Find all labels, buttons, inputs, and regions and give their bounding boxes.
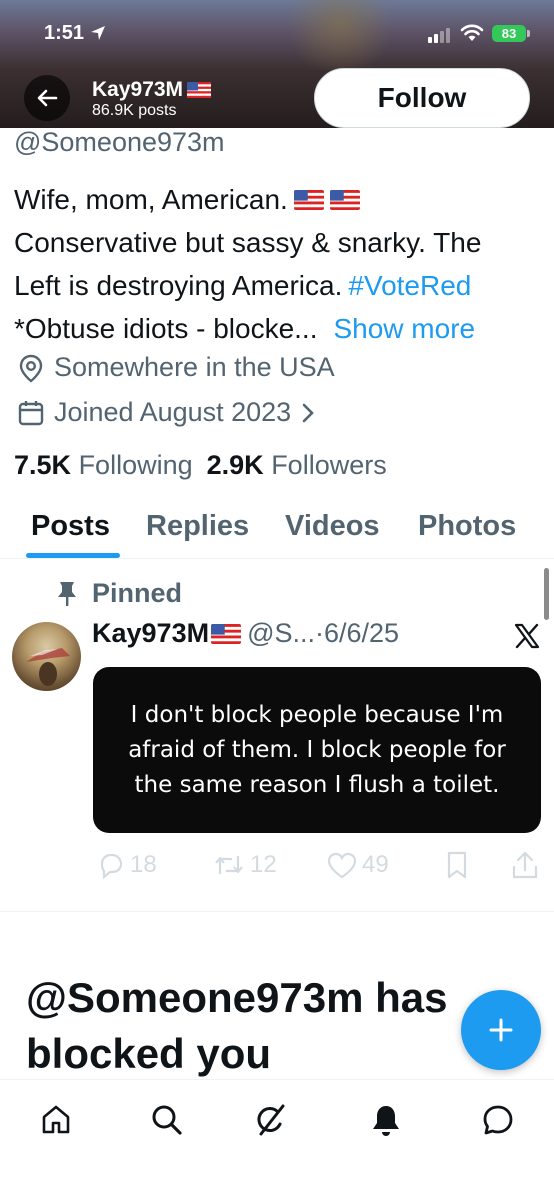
image-text-line: I don't block people because I'm xyxy=(130,701,504,728)
back-arrow-icon xyxy=(37,89,58,107)
cellular-signal-icon xyxy=(428,28,450,43)
status-time: 1:51 xyxy=(44,22,85,44)
calendar-icon xyxy=(18,400,44,425)
tab-videos[interactable]: Videos xyxy=(285,510,380,543)
x-logo-icon xyxy=(514,623,540,649)
battery-indicator: 83 xyxy=(492,25,530,42)
tab-photos[interactable]: Photos xyxy=(418,510,516,543)
battery-level: 83 xyxy=(501,26,517,41)
following-count: 7.5K xyxy=(14,450,72,480)
location-text: Somewhere in the USA xyxy=(54,352,335,382)
profile-tabs: Posts Replies Videos Photos xyxy=(0,500,554,559)
nav-home[interactable] xyxy=(36,1100,76,1140)
nav-messages[interactable] xyxy=(478,1100,518,1140)
show-more-link[interactable]: Show more xyxy=(333,307,475,350)
nav-grok[interactable] xyxy=(251,1100,291,1140)
like-button[interactable]: 49 xyxy=(326,850,389,880)
pinned-text: Pinned xyxy=(92,578,183,608)
followers-label: Followers xyxy=(271,450,387,480)
scrollbar[interactable] xyxy=(544,568,549,620)
header-display-name: Kay973M xyxy=(92,78,212,102)
us-flag-icon xyxy=(187,82,212,98)
bottom-navigation xyxy=(0,1079,554,1199)
image-text-line: the same reason I flush a toilet. xyxy=(134,771,500,798)
repost-count: 12 xyxy=(250,851,277,878)
post-author-handle[interactable]: @S... xyxy=(247,618,315,649)
share-button[interactable] xyxy=(511,850,539,880)
bookmark-button[interactable] xyxy=(444,850,470,880)
pinned-label: Pinned xyxy=(56,578,182,609)
profile-location: Somewhere in the USA xyxy=(16,352,335,383)
compose-button[interactable] xyxy=(461,990,541,1070)
post-date: ·6/6/25 xyxy=(315,618,400,648)
header-name-text: Kay973M xyxy=(92,78,184,101)
chevron-right-icon xyxy=(302,403,315,422)
plus-icon xyxy=(489,1018,513,1042)
follow-button[interactable]: Follow xyxy=(314,68,530,128)
home-icon xyxy=(42,1105,70,1134)
profile-header-banner: 1:51 83 Kay973M 86.9K posts Follow xyxy=(0,0,554,128)
location-arrow-icon xyxy=(91,26,105,40)
reply-icon xyxy=(100,853,123,880)
wifi-icon xyxy=(460,24,484,41)
active-tab-indicator xyxy=(26,553,120,558)
tab-posts[interactable]: Posts xyxy=(31,510,110,543)
messages-icon xyxy=(483,1105,513,1135)
bookmark-icon xyxy=(447,851,467,879)
post-author-name[interactable]: Kay973M xyxy=(92,618,209,649)
followers-count: 2.9K xyxy=(206,450,264,480)
search-icon xyxy=(152,1105,182,1135)
bio-text-line: Left is destroying America. xyxy=(14,270,343,301)
bio-text-line: Conservative but sassy & snarky. The xyxy=(14,227,482,258)
divider xyxy=(0,911,554,912)
nav-notifications[interactable] xyxy=(366,1100,406,1140)
avatar-image xyxy=(26,648,70,686)
us-flag-icon xyxy=(211,623,242,644)
following-label: Following xyxy=(78,450,193,480)
follow-counts: 7.5K Following 2.9K Followers xyxy=(14,450,387,481)
image-text-line: afraid of them. I block people for xyxy=(128,736,506,763)
notifications-icon xyxy=(373,1106,399,1136)
profile-joined-date[interactable]: Joined August 2023 xyxy=(16,397,317,428)
like-count: 49 xyxy=(362,851,389,878)
bio-text-line: *Obtuse idiots - blocke... xyxy=(14,313,318,344)
repost-icon xyxy=(215,856,243,874)
joined-text: Joined August 2023 xyxy=(54,397,292,427)
hashtag-link[interactable]: #VoteRed xyxy=(348,264,471,307)
post-image[interactable]: I don't block people because I'm afraid … xyxy=(93,667,541,833)
nav-search[interactable] xyxy=(147,1100,187,1140)
back-button[interactable] xyxy=(24,75,70,121)
reply-button[interactable]: 18 xyxy=(96,850,157,880)
avatar[interactable] xyxy=(12,622,81,691)
share-icon xyxy=(512,851,538,879)
profile-bio: Wife, mom, American. Conservative but sa… xyxy=(14,178,544,350)
followers-link[interactable]: 2.9K Followers xyxy=(207,450,387,481)
bio-text-line: Wife, mom, American. xyxy=(14,184,288,215)
us-flag-icon xyxy=(293,189,324,210)
following-link[interactable]: 7.5K Following xyxy=(14,450,193,481)
profile-handle: @Someone973m xyxy=(14,127,225,157)
post-actions: 18 12 49 xyxy=(96,850,541,888)
repost-button[interactable]: 12 xyxy=(212,850,277,880)
grok-icon xyxy=(257,1104,285,1136)
reply-count: 18 xyxy=(130,851,157,878)
pin-icon xyxy=(58,581,76,606)
post-header: Kay973M @S... ·6/6/25 xyxy=(92,618,399,649)
tab-replies[interactable]: Replies xyxy=(146,510,249,543)
header-post-count: 86.9K posts xyxy=(92,102,177,119)
location-pin-icon xyxy=(19,354,43,383)
heart-icon xyxy=(327,852,357,879)
post-image-caption: I don't block people because I'm afraid … xyxy=(128,698,506,803)
us-flag-icon xyxy=(329,189,360,210)
